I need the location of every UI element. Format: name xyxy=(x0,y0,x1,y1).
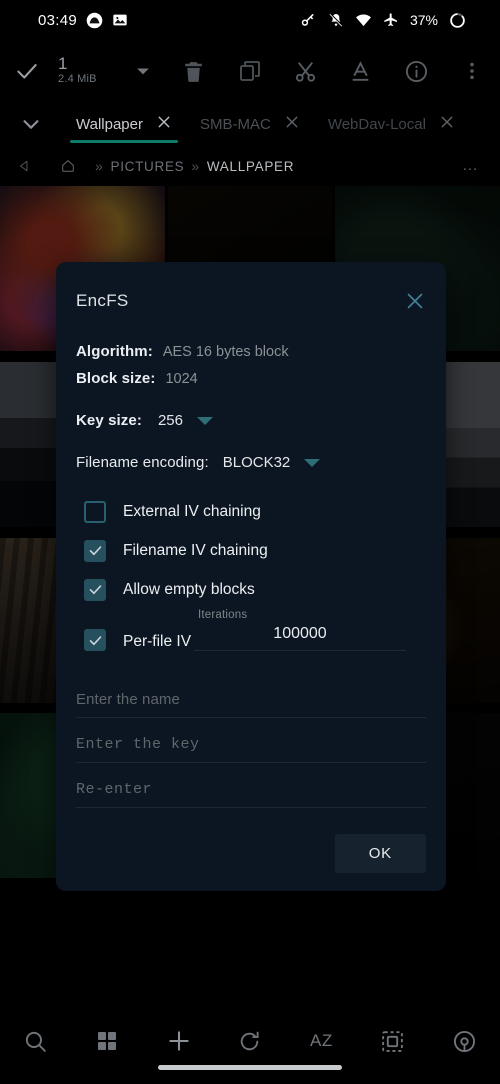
refresh-button[interactable] xyxy=(214,1019,285,1063)
checkbox-row-allow-empty-blocks[interactable]: Allow empty blocks xyxy=(76,570,426,609)
property-label: Filename encoding: xyxy=(76,454,209,471)
key-size-value: 256 xyxy=(157,412,183,429)
tabs-expand-button[interactable] xyxy=(0,113,62,135)
copy-button[interactable] xyxy=(222,59,278,83)
tab-wallpaper[interactable]: Wallpaper xyxy=(62,102,186,146)
property-value: AES 16 bytes block xyxy=(162,343,289,360)
image-icon xyxy=(112,12,128,28)
vpn-key-icon xyxy=(300,12,317,29)
selection-count: 1 2.4 MiB xyxy=(54,55,120,87)
property-value: 1024 xyxy=(165,370,198,387)
tab-label: WebDav-Local xyxy=(327,115,426,133)
dialog-properties: Algorithm: AES 16 bytes block Block size… xyxy=(56,318,446,476)
delete-button[interactable] xyxy=(166,59,222,84)
chevron-down-icon[interactable] xyxy=(304,458,321,467)
breadcrumb-separator: » xyxy=(191,158,200,174)
property-label: Block size: xyxy=(76,370,156,387)
dialog-header: EncFS xyxy=(56,284,446,318)
tab-label: SMB-MAC xyxy=(199,115,271,133)
checkbox-checked-icon[interactable] xyxy=(84,578,106,601)
property-row-filename-encoding[interactable]: Filename encoding: BLOCK32 xyxy=(76,449,426,476)
overflow-menu-button[interactable] xyxy=(444,60,500,82)
tab-bar: Wallpaper SMB-MAC WebDav-Local xyxy=(0,102,500,146)
checkbox-unchecked-icon[interactable] xyxy=(84,500,106,523)
breadcrumb-segment-pictures[interactable]: PICTURES xyxy=(111,159,185,174)
checkbox-label: Per-file IV xyxy=(123,633,192,650)
key-confirm-field-placeholder: Re-enter xyxy=(76,781,153,798)
property-row-block-size: Block size: 1024 xyxy=(76,365,426,392)
view-mode-button[interactable] xyxy=(71,1019,142,1063)
status-bar-right: 37% xyxy=(300,12,500,29)
add-button[interactable] xyxy=(143,1019,214,1063)
ok-button[interactable]: OK xyxy=(334,834,426,873)
iterations-field[interactable]: Iterations 100000 xyxy=(194,609,406,651)
home-indicator[interactable] xyxy=(158,1065,342,1070)
select-button[interactable] xyxy=(357,1019,428,1063)
selection-size-value: 2.4 MiB xyxy=(58,73,97,86)
iterations-label: Iterations xyxy=(198,609,248,621)
key-field-placeholder: Enter the key xyxy=(76,736,200,753)
network-button[interactable] xyxy=(429,1019,500,1063)
breadcrumb-overflow-button[interactable]: … xyxy=(462,157,500,175)
home-icon[interactable] xyxy=(48,158,88,174)
battery-circle-icon xyxy=(449,12,466,29)
dialog-input-fields: Enter the name Enter the key Re-enter xyxy=(56,659,446,808)
selection-toolbar: 1 2.4 MiB xyxy=(0,40,500,102)
close-icon[interactable] xyxy=(439,114,455,135)
checkbox-checked-icon[interactable] xyxy=(84,539,106,562)
checkbox-row-per-file-iv[interactable]: Per-file IV Iterations 100000 xyxy=(76,609,426,659)
dialog-checkbox-group: External IV chaining Filename IV chainin… xyxy=(56,476,446,659)
wifi-icon xyxy=(355,12,372,29)
filename-encoding-value: BLOCK32 xyxy=(222,454,291,471)
selection-count-value: 1 xyxy=(58,54,68,74)
close-icon[interactable] xyxy=(404,290,426,312)
search-button[interactable] xyxy=(0,1019,71,1063)
close-icon[interactable] xyxy=(284,114,300,135)
gallery-app-icon xyxy=(86,12,103,29)
name-field-placeholder: Enter the name xyxy=(76,691,180,708)
checkbox-label: Filename IV chaining xyxy=(123,541,268,559)
breadcrumb: » PICTURES » WALLPAPER … xyxy=(0,146,500,186)
back-triangle-icon[interactable] xyxy=(0,159,48,173)
battery-percentage: 37% xyxy=(409,12,438,28)
status-bar: 03:49 37% xyxy=(0,0,500,40)
checkbox-row-external-iv-chaining[interactable]: External IV chaining xyxy=(76,492,426,531)
encfs-dialog: EncFS Algorithm: AES 16 bytes block Bloc… xyxy=(56,262,446,891)
dialog-title: EncFS xyxy=(76,291,129,310)
sort-button-label: AZ xyxy=(310,1031,333,1050)
name-field[interactable]: Enter the name xyxy=(76,673,426,718)
property-label: Algorithm: xyxy=(76,343,153,360)
tab-smb-mac[interactable]: SMB-MAC xyxy=(186,102,314,146)
key-field[interactable]: Enter the key xyxy=(76,718,426,763)
sort-button[interactable]: AZ xyxy=(286,1019,357,1063)
checkbox-label: Allow empty blocks xyxy=(123,580,255,598)
info-button[interactable] xyxy=(389,59,445,84)
tab-active-indicator xyxy=(70,140,178,143)
close-icon[interactable] xyxy=(156,114,172,135)
checkbox-row-filename-iv-chaining[interactable]: Filename IV chaining xyxy=(76,531,426,570)
checkbox-checked-icon[interactable] xyxy=(84,629,106,651)
dialog-footer: OK xyxy=(56,808,446,873)
tab-webdav-local[interactable]: WebDav-Local xyxy=(314,102,469,146)
tab-label: Wallpaper xyxy=(76,115,143,133)
status-bar-clock: 03:49 xyxy=(38,11,78,29)
breadcrumb-segment-wallpaper[interactable]: WALLPAPER xyxy=(207,159,294,174)
bottom-navigation-bar: AZ xyxy=(0,1005,500,1084)
breadcrumb-separator: » xyxy=(95,158,104,174)
iterations-value[interactable]: 100000 xyxy=(194,621,406,651)
checkbox-label: External IV chaining xyxy=(123,502,261,520)
airplane-mode-icon xyxy=(383,12,399,28)
rename-button[interactable] xyxy=(333,59,389,84)
chevron-down-icon[interactable] xyxy=(196,416,213,425)
cut-button[interactable] xyxy=(277,59,333,84)
property-label: Key size: xyxy=(76,412,142,429)
key-confirm-field[interactable]: Re-enter xyxy=(76,763,426,808)
property-row-key-size[interactable]: Key size: 256 xyxy=(76,407,426,434)
notifications-off-icon xyxy=(328,12,344,28)
select-all-button[interactable] xyxy=(0,58,54,84)
property-row-algorithm: Algorithm: AES 16 bytes block xyxy=(76,338,426,365)
status-bar-left: 03:49 xyxy=(0,12,128,29)
file-manager-screen: 03:49 37% 1 2.4 MiB Wallpaper SMB-MAC We… xyxy=(0,0,500,1084)
selection-dropdown-button[interactable] xyxy=(120,61,166,81)
